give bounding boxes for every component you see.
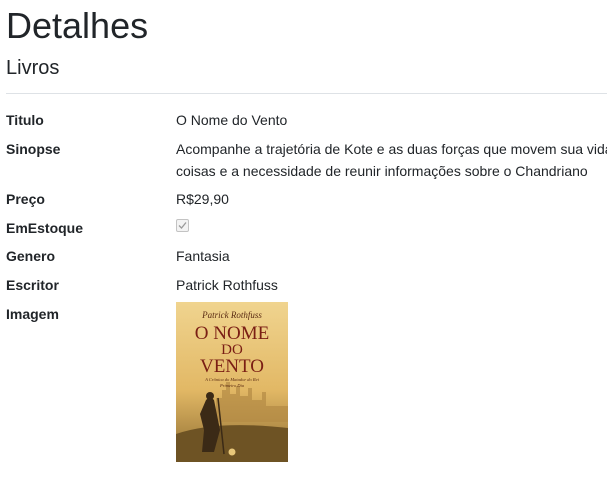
divider: [6, 93, 607, 94]
cover-subtitle: A Crônica do Matador do Rei: [204, 377, 260, 382]
label-escritor: Escritor: [6, 277, 59, 293]
check-icon: [178, 222, 187, 229]
label-sinopse: Sinopse: [6, 141, 61, 157]
label-preco: Preço: [6, 191, 45, 207]
label-emestoque: EmEstoque: [6, 220, 84, 236]
book-cover-image: Patrick Rothfuss O NOME DO VENTO A Crôni…: [176, 302, 288, 462]
section-title: Livros: [6, 57, 60, 79]
cover-subtitle2: Primeiro Dia: [219, 383, 245, 388]
cover-title-line1: O NOME: [195, 323, 269, 344]
value-sinopse-line1: Acompanhe a trajetória de Kote e as duas…: [176, 141, 607, 157]
emestoque-checkbox: [176, 219, 189, 232]
label-genero: Genero: [6, 248, 56, 264]
value-genero: Fantasia: [176, 248, 230, 264]
value-escritor: Patrick Rothfuss: [176, 277, 278, 293]
cover-author: Patrick Rothfuss: [201, 310, 262, 320]
page-title: Detalhes: [6, 5, 149, 46]
label-titulo: Titulo: [6, 112, 44, 128]
value-preco: R$29,90: [176, 191, 229, 207]
value-sinopse-line2: coisas e a necessidade de reunir informa…: [176, 163, 588, 179]
value-titulo: O Nome do Vento: [176, 112, 288, 128]
cover-title-line3: VENTO: [200, 356, 264, 377]
label-imagem: Imagem: [6, 306, 59, 322]
